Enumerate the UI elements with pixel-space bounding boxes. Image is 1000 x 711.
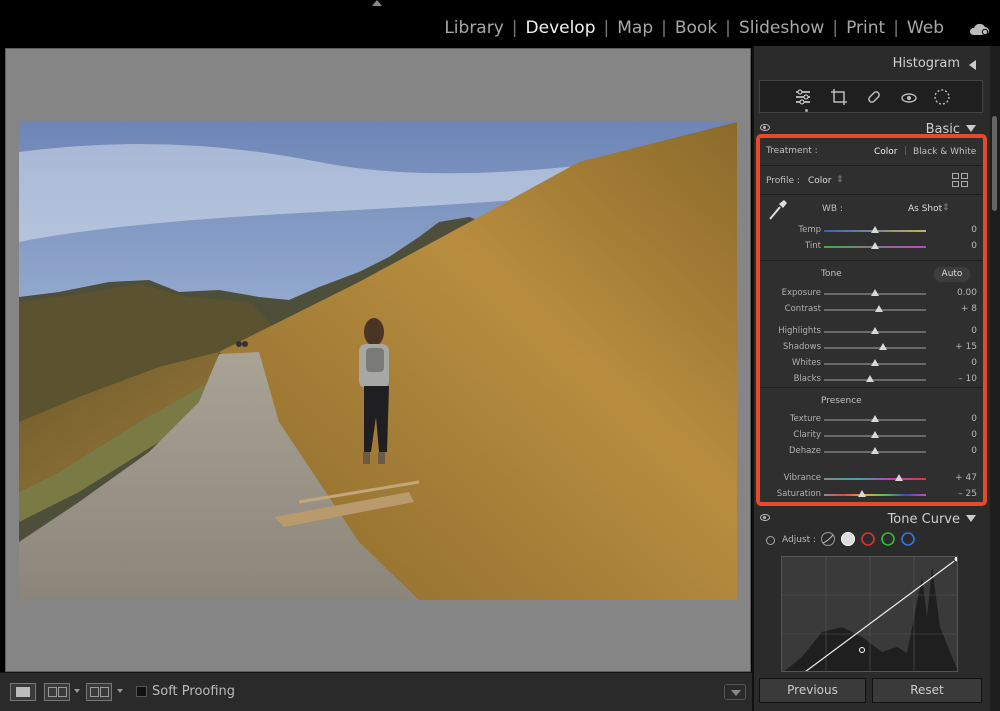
profile-browser-grid-icon[interactable]: [952, 173, 968, 187]
toolbar-menu-button[interactable]: [724, 684, 746, 700]
histogram-header[interactable]: Histogram: [754, 50, 990, 76]
tone-curve-svg: [782, 557, 957, 671]
module-map[interactable]: Map: [609, 18, 661, 38]
presence-label: Presence: [821, 396, 862, 406]
crop-icon[interactable]: [830, 88, 848, 106]
profile-label: Profile :: [766, 176, 800, 186]
previous-button[interactable]: Previous: [759, 678, 866, 703]
wb-select-arrows-icon: ⇕: [942, 203, 950, 213]
right-panel-scrollbar[interactable]: [990, 46, 1000, 711]
point-curve-icon[interactable]: [840, 531, 856, 547]
tone-section: Tone Auto Exposure 0.00 Contrast + 8 Hig…: [760, 261, 983, 388]
before-after-icon: [48, 687, 57, 697]
slider-contrast[interactable]: Contrast + 8: [760, 302, 983, 318]
tone-curve-title: Tone Curve: [887, 512, 960, 527]
tone-curve-collapse-icon: [966, 515, 976, 522]
develop-tool-strip: [759, 80, 983, 113]
copy-settings-icon: [90, 687, 99, 697]
tone-curve-adjust-row: Adjust :: [762, 530, 982, 552]
profile-section: Profile : Color ⇕: [760, 166, 983, 195]
white-balance-section: WB : As Shot ⇕ Temp 0 Tint 0: [760, 195, 983, 261]
profile-select[interactable]: Color: [808, 176, 832, 186]
tone-curve-graph[interactable]: [781, 556, 958, 672]
image-canvas[interactable]: [5, 48, 751, 672]
slider-temp[interactable]: Temp 0: [760, 223, 983, 239]
slider-texture[interactable]: Texture 0: [760, 412, 983, 428]
profile-select-arrows-icon: ⇕: [836, 175, 844, 185]
loupe-view-button[interactable]: [10, 683, 36, 701]
slider-vibrance[interactable]: Vibrance + 47: [760, 471, 983, 487]
copy-settings-button[interactable]: [86, 683, 112, 701]
module-library[interactable]: Library: [436, 18, 511, 38]
module-print[interactable]: Print: [838, 18, 893, 38]
auto-tone-button[interactable]: Auto: [934, 267, 970, 282]
before-after-dropdown-icon[interactable]: [74, 689, 80, 693]
tone-curve-visibility-eye-icon[interactable]: [760, 514, 770, 521]
target-adjust-icon[interactable]: [766, 536, 775, 545]
module-book[interactable]: Book: [667, 18, 725, 38]
histogram-collapse-icon: [969, 60, 976, 70]
copy-settings-dropdown-icon[interactable]: [117, 689, 123, 693]
presence-section: Presence Texture 0 Clarity 0 Dehaze 0 Vi…: [760, 388, 983, 502]
slider-clarity[interactable]: Clarity 0: [760, 428, 983, 444]
slider-highlights[interactable]: Highlights 0: [760, 324, 983, 340]
reset-button[interactable]: Reset: [872, 678, 982, 703]
basic-collapse-icon: [966, 125, 976, 132]
adjust-label: Adjust :: [782, 535, 817, 545]
module-web[interactable]: Web: [899, 18, 952, 38]
cloud-sync-icon[interactable]: [968, 22, 990, 36]
loupe-view-icon: [16, 687, 30, 697]
active-tool-indicator: [805, 109, 808, 112]
red-eye-icon[interactable]: [900, 88, 918, 106]
panel-bottom-buttons: Previous Reset: [754, 678, 990, 708]
healing-brush-icon[interactable]: [865, 88, 883, 106]
parametric-curve-icon[interactable]: [820, 531, 836, 547]
collapse-top-panel-arrow-icon[interactable]: [372, 0, 382, 6]
before-after-button[interactable]: [44, 683, 70, 701]
treatment-bw-option[interactable]: Black & White: [913, 147, 976, 157]
module-picker-bar: Library | Develop | Map | Book | Slideshow | …: [0, 0, 1000, 46]
basic-visibility-eye-icon[interactable]: [760, 124, 770, 131]
slider-blacks[interactable]: Blacks – 10: [760, 372, 983, 388]
red-channel-icon[interactable]: [860, 531, 876, 547]
bottom-toolbar: Soft Proofing: [0, 672, 752, 711]
tone-curve-header[interactable]: Tone Curve: [754, 506, 990, 532]
treatment-section: Treatment : Color | Black & White: [760, 138, 983, 166]
landscape-photo: [19, 122, 737, 600]
module-develop[interactable]: Develop: [518, 18, 604, 38]
right-panel: Histogram Basic Treatment : Color | Blac…: [752, 46, 1000, 711]
edit-sliders-icon[interactable]: [794, 88, 812, 106]
scrollbar-thumb[interactable]: [992, 116, 997, 211]
module-slideshow[interactable]: Slideshow: [731, 18, 832, 38]
tone-label: Tone: [821, 269, 842, 279]
slider-exposure[interactable]: Exposure 0.00: [760, 286, 983, 302]
slider-whites[interactable]: Whites 0: [760, 356, 983, 372]
treatment-color-option[interactable]: Color: [874, 147, 898, 157]
soft-proofing-checkbox[interactable]: [136, 686, 147, 697]
module-picker: Library | Develop | Map | Book | Slideshow | …: [436, 18, 952, 38]
slider-shadows[interactable]: Shadows + 15: [760, 340, 983, 356]
basic-panel-highlighted: Treatment : Color | Black & White Profil…: [756, 134, 987, 506]
photo-preview[interactable]: [19, 122, 737, 600]
slider-saturation[interactable]: Saturation – 25: [760, 487, 983, 503]
slider-tint[interactable]: Tint 0: [760, 239, 983, 255]
histogram-title: Histogram: [892, 56, 960, 71]
wb-select[interactable]: As Shot: [908, 204, 942, 214]
treatment-label: Treatment :: [766, 146, 818, 156]
soft-proofing-label: Soft Proofing: [152, 684, 236, 699]
wb-eyedropper-icon[interactable]: [768, 199, 788, 221]
masking-icon[interactable]: [933, 88, 951, 106]
wb-label: WB :: [822, 204, 843, 214]
blue-channel-icon[interactable]: [900, 531, 916, 547]
slider-dehaze[interactable]: Dehaze 0: [760, 444, 983, 460]
green-channel-icon[interactable]: [880, 531, 896, 547]
